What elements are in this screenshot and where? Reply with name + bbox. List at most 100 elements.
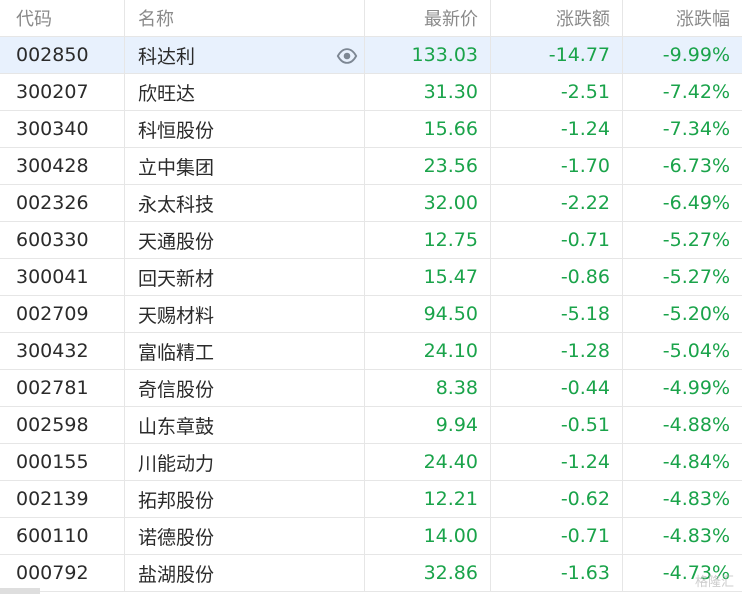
- table-row[interactable]: 000792 盐湖股份 32.86 -1.63 -4.73%: [0, 555, 742, 592]
- stock-code: 002709: [16, 303, 89, 325]
- latest-price: 133.03: [364, 37, 490, 73]
- table-row[interactable]: 002598 山东章鼓 9.94 -0.51 -4.88%: [0, 407, 742, 444]
- stock-code: 002598: [16, 414, 89, 436]
- stock-name: 欣旺达: [124, 74, 364, 110]
- price-change: -1.24: [490, 111, 622, 147]
- stock-code: 002781: [16, 377, 89, 399]
- stock-code: 000792: [16, 562, 89, 584]
- stock-name: 川能动力: [124, 444, 364, 480]
- table-row[interactable]: 300207 欣旺达 31.30 -2.51 -7.42%: [0, 74, 742, 111]
- price-change: -1.63: [490, 555, 622, 591]
- price-change: -0.86: [490, 259, 622, 295]
- latest-price: 23.56: [364, 148, 490, 184]
- percent-change: -7.42%: [622, 74, 742, 110]
- percent-change: -9.99%: [622, 37, 742, 73]
- stock-table: 代码 名称 最新价 涨跌额 涨跌幅 002850 科达利 133.03 -14.77-…: [0, 0, 742, 592]
- percent-change: -4.84%: [622, 444, 742, 480]
- latest-price: 14.00: [364, 518, 490, 554]
- latest-price: 12.75: [364, 222, 490, 258]
- price-change: -0.44: [490, 370, 622, 406]
- header-pct[interactable]: 涨跌幅: [622, 0, 742, 36]
- table-row[interactable]: 300340 科恒股份 15.66 -1.24 -7.34%: [0, 111, 742, 148]
- price-change: -2.51: [490, 74, 622, 110]
- eye-icon[interactable]: [336, 45, 358, 67]
- stock-name: 永太科技: [124, 185, 364, 221]
- table-row[interactable]: 002326 永太科技 32.00 -2.22 -6.49%: [0, 185, 742, 222]
- percent-change: -5.27%: [622, 222, 742, 258]
- stock-code: 300340: [16, 118, 89, 140]
- watermark: 格隆汇: [694, 575, 734, 590]
- price-change: -1.28: [490, 333, 622, 369]
- percent-change: -7.34%: [622, 111, 742, 147]
- header-code[interactable]: 代码: [0, 0, 124, 36]
- table-body: 002850 科达利 133.03 -14.77 -9.99% 300207 欣旺达 31.3…: [0, 37, 742, 592]
- latest-price: 32.86: [364, 555, 490, 591]
- stock-code: 600110: [16, 525, 89, 547]
- price-change: -1.24: [490, 444, 622, 480]
- stock-name: 科恒股份: [124, 111, 364, 147]
- stock-code: 002326: [16, 192, 89, 214]
- stock-name: 奇信股份: [124, 370, 364, 406]
- price-change: -1.70: [490, 148, 622, 184]
- price-change: -0.71: [490, 518, 622, 554]
- price-change: -14.77: [490, 37, 622, 73]
- price-change: -0.71: [490, 222, 622, 258]
- stock-name: 盐湖股份: [124, 555, 364, 591]
- table-row[interactable]: 600330 天通股份 12.75 -0.71 -5.27%: [0, 222, 742, 259]
- latest-price: 94.50: [364, 296, 490, 332]
- stock-code: 300428: [16, 155, 89, 177]
- latest-price: 9.94: [364, 407, 490, 443]
- latest-price: 15.66: [364, 111, 490, 147]
- stock-code: 000155: [16, 451, 89, 473]
- table-row[interactable]: 002709 天赐材料 94.50 -5.18 -5.20%: [0, 296, 742, 333]
- percent-change: -5.04%: [622, 333, 742, 369]
- stock-code: 300041: [16, 266, 89, 288]
- table-row[interactable]: 300428 立中集团 23.56 -1.70 -6.73%: [0, 148, 742, 185]
- table-row[interactable]: 300041 回天新材 15.47 -0.86 -5.27%: [0, 259, 742, 296]
- stock-name: 富临精工: [124, 333, 364, 369]
- stock-code: 002850: [16, 44, 89, 66]
- header-name[interactable]: 名称: [124, 0, 364, 36]
- latest-price: 12.21: [364, 481, 490, 517]
- table-row[interactable]: 300432 富临精工 24.10 -1.28 -5.04%: [0, 333, 742, 370]
- price-change: -2.22: [490, 185, 622, 221]
- stock-code: 600330: [16, 229, 89, 251]
- table-row[interactable]: 002781 奇信股份 8.38 -0.44 -4.99%: [0, 370, 742, 407]
- latest-price: 32.00: [364, 185, 490, 221]
- stock-code: 300432: [16, 340, 89, 362]
- table-row[interactable]: 600110 诺德股份 14.00 -0.71 -4.83%: [0, 518, 742, 555]
- stock-name: 拓邦股份: [124, 481, 364, 517]
- stock-name: 立中集团: [124, 148, 364, 184]
- stock-name: 山东章鼓: [124, 407, 364, 443]
- horizontal-scrollbar[interactable]: [0, 588, 40, 594]
- percent-change: -4.88%: [622, 407, 742, 443]
- price-change: -5.18: [490, 296, 622, 332]
- header-change[interactable]: 涨跌额: [490, 0, 622, 36]
- stock-name: 回天新材: [124, 259, 364, 295]
- stock-name: 天通股份: [124, 222, 364, 258]
- stock-code: 002139: [16, 488, 89, 510]
- latest-price: 15.47: [364, 259, 490, 295]
- percent-change: -6.49%: [622, 185, 742, 221]
- percent-change: -5.20%: [622, 296, 742, 332]
- percent-change: -4.83%: [622, 518, 742, 554]
- percent-change: -4.99%: [622, 370, 742, 406]
- table-header: 代码 名称 最新价 涨跌额 涨跌幅: [0, 0, 742, 37]
- table-row[interactable]: 002139 拓邦股份 12.21 -0.62 -4.83%: [0, 481, 742, 518]
- stock-name: 科达利: [124, 37, 364, 73]
- percent-change: -5.27%: [622, 259, 742, 295]
- price-change: -0.62: [490, 481, 622, 517]
- table-row[interactable]: 000155 川能动力 24.40 -1.24 -4.84%: [0, 444, 742, 481]
- table-row[interactable]: 002850 科达利 133.03 -14.77 -9.99%: [0, 37, 742, 74]
- percent-change: -4.83%: [622, 481, 742, 517]
- stock-name: 天赐材料: [124, 296, 364, 332]
- price-change: -0.51: [490, 407, 622, 443]
- header-price[interactable]: 最新价: [364, 0, 490, 36]
- stock-name: 诺德股份: [124, 518, 364, 554]
- stock-code: 300207: [16, 81, 89, 103]
- latest-price: 31.30: [364, 74, 490, 110]
- percent-change: -6.73%: [622, 148, 742, 184]
- latest-price: 24.10: [364, 333, 490, 369]
- latest-price: 8.38: [364, 370, 490, 406]
- latest-price: 24.40: [364, 444, 490, 480]
